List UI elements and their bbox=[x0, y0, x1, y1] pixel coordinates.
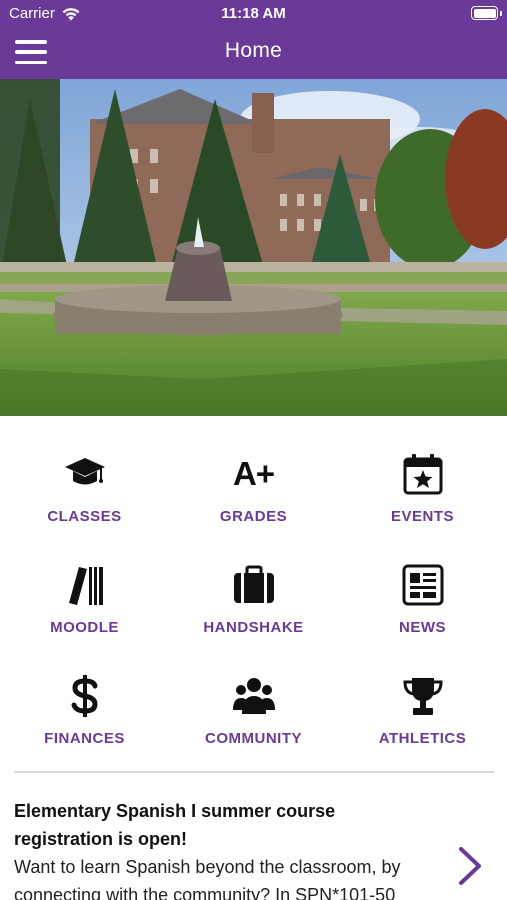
a-plus-glyph: A+ bbox=[232, 455, 275, 492]
news-item[interactable]: Elementary Spanish I summer course regis… bbox=[14, 797, 454, 900]
people-icon bbox=[230, 672, 278, 720]
news-summary-line: connecting with the community? In SPN*10… bbox=[14, 885, 396, 900]
a-plus-icon: A+ bbox=[230, 450, 278, 498]
tile-events[interactable]: EVENTS bbox=[338, 416, 507, 528]
section-divider bbox=[14, 771, 494, 773]
status-bar: Carrier 11:18 AM bbox=[0, 0, 507, 28]
news-title: Elementary Spanish I summer course regis… bbox=[14, 797, 454, 853]
tile-label: GRADES bbox=[219, 508, 288, 525]
tile-community[interactable]: COMMUNITY bbox=[169, 638, 338, 750]
tile-label: NEWS bbox=[399, 619, 446, 636]
tile-news[interactable]: NEWS bbox=[338, 527, 507, 639]
graduation-cap-icon bbox=[61, 450, 109, 498]
tile-grades[interactable]: A+ GRADES bbox=[169, 416, 338, 528]
news-title-line: registration is open! bbox=[14, 829, 188, 849]
tile-label: FINANCES bbox=[44, 730, 125, 747]
calendar-star-icon bbox=[399, 450, 447, 498]
clock: 11:18 AM bbox=[221, 5, 286, 22]
trophy-icon bbox=[399, 672, 447, 720]
briefcase-icon bbox=[230, 561, 278, 609]
page-title: Home bbox=[224, 39, 283, 62]
dollar-icon bbox=[61, 672, 109, 720]
chevron-right-icon[interactable] bbox=[455, 845, 485, 887]
tile-moodle[interactable]: MOODLE bbox=[0, 527, 169, 639]
books-icon bbox=[61, 561, 109, 609]
battery-icon bbox=[471, 6, 502, 20]
news-title-line: Elementary Spanish I summer course bbox=[14, 801, 336, 821]
tile-label: COMMUNITY bbox=[205, 730, 302, 747]
tile-classes[interactable]: CLASSES bbox=[0, 416, 169, 528]
tile-finances[interactable]: FINANCES bbox=[0, 638, 169, 750]
tile-label: HANDSHAKE bbox=[203, 619, 304, 636]
news-summary-line: Want to learn Spanish beyond the classro… bbox=[14, 857, 401, 877]
app-header: Carrier 11:18 AM Home bbox=[0, 0, 507, 79]
tile-label: EVENTS bbox=[390, 508, 454, 525]
feature-grid: CLASSES A+ GRADES EVENTS MOODLE HANDSHAK… bbox=[0, 416, 507, 756]
newspaper-icon bbox=[399, 561, 447, 609]
tile-label: CLASSES bbox=[47, 508, 122, 525]
news-summary: Want to learn Spanish beyond the classro… bbox=[14, 853, 454, 900]
tile-label: ATHLETICS bbox=[378, 730, 467, 747]
tile-label: MOODLE bbox=[50, 619, 119, 636]
campus-hero-image bbox=[0, 79, 507, 416]
tile-athletics[interactable]: ATHLETICS bbox=[338, 638, 507, 750]
tile-handshake[interactable]: HANDSHAKE bbox=[169, 527, 338, 639]
